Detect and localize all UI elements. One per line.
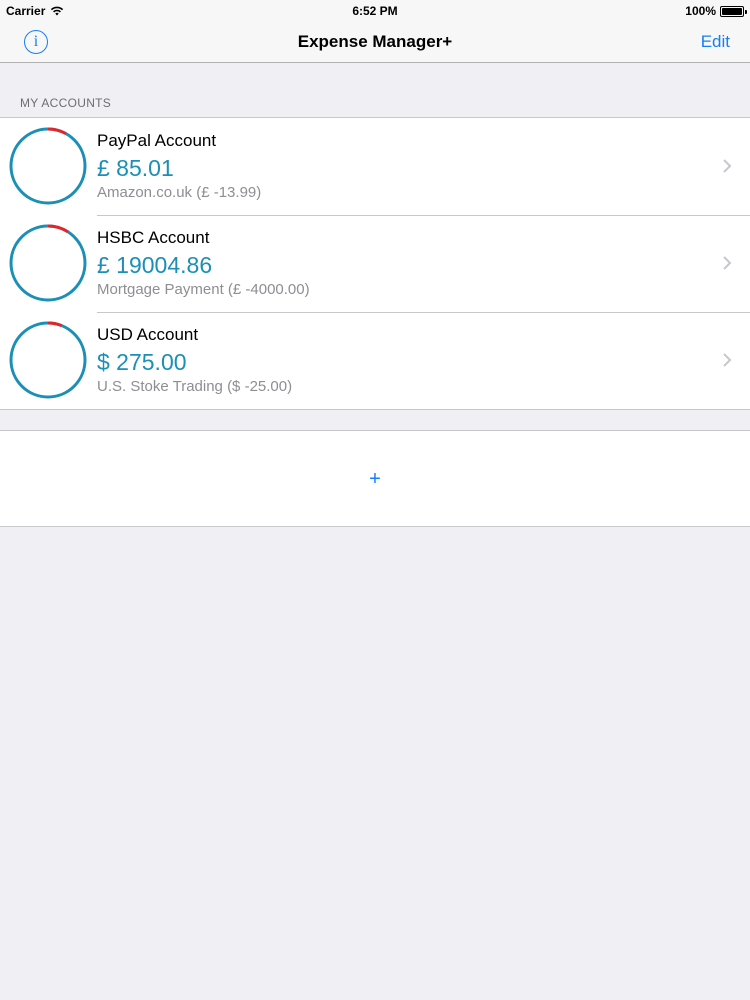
last-transaction: Mortgage Payment (£ -4000.00) [97,281,310,298]
last-transaction: Amazon.co.uk (£ -13.99) [97,184,262,201]
account-name: USD Account [97,325,199,344]
last-transaction: U.S. Stoke Trading ($ -25.00) [97,378,293,395]
accounts-list: PayPal Account £ 85.01 Amazon.co.uk (£ -… [0,117,750,410]
chevron-right-icon [723,353,732,367]
account-row-paypal[interactable]: PayPal Account £ 85.01 Amazon.co.uk (£ -… [0,118,750,215]
account-balance: £ 19004.86 [97,252,213,278]
chevron-right-icon [723,256,732,270]
edit-button[interactable]: Edit [701,32,730,52]
battery-percent: 100% [685,4,716,18]
status-right: 100% [685,4,747,18]
balance-ring-icon [9,127,87,205]
account-name: HSBC Account [97,228,210,247]
account-name: PayPal Account [97,131,217,150]
status-bar: Carrier 6:52 PM 100% [0,0,750,22]
battery-level-fill [722,7,742,15]
status-time: 6:52 PM [352,4,398,18]
account-row-usd[interactable]: USD Account $ 275.00 U.S. Stoke Trading … [0,312,750,409]
add-account-panel: + [0,430,750,527]
page-title: Expense Manager+ [297,32,453,51]
add-account-button[interactable]: + [365,469,385,489]
balance-ring-icon [9,224,87,302]
battery-icon [720,5,747,17]
section-header-my-accounts: MY ACCOUNTS [20,96,112,110]
chevron-right-icon [723,159,732,173]
account-balance: $ 275.00 [97,349,187,375]
account-row-hsbc[interactable]: HSBC Account £ 19004.86 Mortgage Payment… [0,215,750,312]
account-balance: £ 85.01 [97,155,174,181]
navigation-bar: i Expense Manager+ Edit [0,22,750,63]
balance-ring-icon [9,321,87,399]
